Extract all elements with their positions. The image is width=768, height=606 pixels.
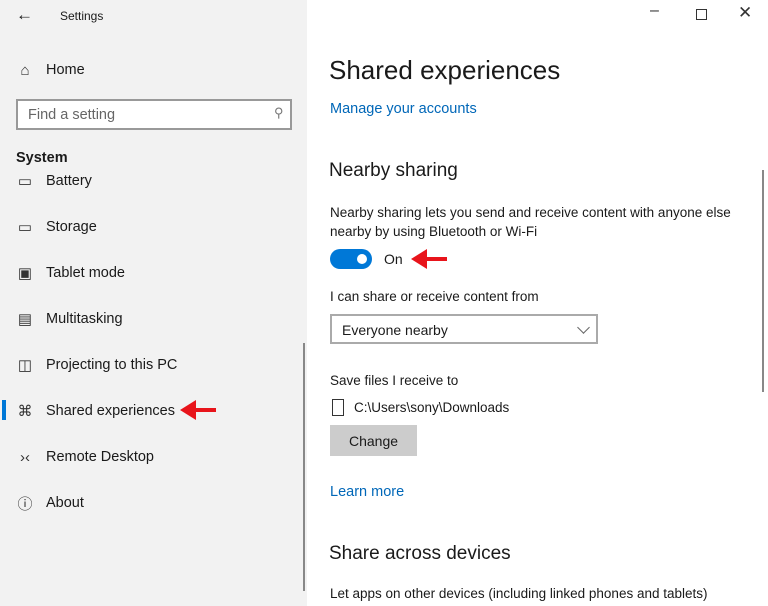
nav-label: Remote Desktop	[46, 449, 154, 465]
sidebar-item-battery[interactable]: ▭ Battery	[0, 172, 300, 192]
search-icon[interactable]: ⚲	[274, 105, 284, 121]
change-button-label: Change	[348, 432, 399, 449]
nav-label: Projecting to this PC	[46, 357, 178, 373]
close-button[interactable]: ✕	[738, 3, 752, 23]
nav-clip: ▭ Battery	[0, 172, 300, 192]
share-from-dropdown[interactable]: Everyone nearby	[330, 314, 598, 344]
chevron-down-icon	[577, 321, 590, 334]
change-button[interactable]: Change	[330, 425, 417, 456]
sidebar-scrollbar[interactable]	[303, 343, 305, 591]
tablet-mode-icon: ▣	[17, 265, 33, 282]
storage-icon: ▭	[17, 219, 33, 236]
manage-accounts-link[interactable]: Manage your accounts	[330, 101, 477, 117]
sidebar-item-home[interactable]: ⌂ Home	[0, 50, 300, 90]
info-icon: ⓘ	[17, 495, 33, 513]
sidebar-item-remote-desktop[interactable]: ›‹ Remote Desktop	[0, 437, 300, 477]
toggle-state: On	[384, 251, 403, 267]
back-arrow-icon[interactable]: ←	[16, 5, 33, 25]
shared-icon: ⌘	[17, 403, 33, 420]
folder-icon	[332, 399, 344, 416]
search-input[interactable]: Find a setting ⚲	[16, 99, 292, 130]
home-icon: ⌂	[20, 61, 30, 79]
nav-label: Storage	[46, 219, 97, 235]
sidebar-item-about[interactable]: ⓘ About	[0, 483, 300, 523]
home-label: Home	[46, 62, 85, 78]
save-path: C:\Users\sony\Downloads	[354, 400, 510, 415]
projecting-icon: ◫	[17, 357, 33, 374]
maximize-button[interactable]	[696, 9, 707, 20]
toggle-knob	[357, 254, 367, 264]
learn-more-link[interactable]: Learn more	[330, 484, 404, 500]
sidebar: ← Settings ⌂ Home Find a setting ⚲ Syste…	[0, 0, 307, 606]
share-across-heading: Share across devices	[329, 543, 511, 564]
nav-label: Tablet mode	[46, 265, 125, 281]
nav-label: Battery	[46, 173, 92, 189]
sidebar-item-projecting[interactable]: ◫ Projecting to this PC	[0, 345, 300, 385]
dropdown-value: Everyone nearby	[342, 322, 448, 338]
sidebar-item-shared-experiences[interactable]: ⌘ Shared experiences	[0, 391, 300, 431]
nearby-sharing-heading: Nearby sharing	[329, 160, 458, 181]
nav-label: About	[46, 495, 84, 511]
search-placeholder: Find a setting	[28, 107, 116, 123]
main-content: – ✕ Shared experiences Manage your accou…	[307, 0, 768, 606]
section-heading: System	[16, 150, 68, 166]
battery-icon: ▭	[17, 173, 33, 190]
multitasking-icon: ▤	[17, 311, 33, 328]
remote-desktop-icon: ›‹	[20, 448, 30, 466]
nearby-sharing-toggle[interactable]	[330, 249, 372, 269]
share-across-description: Let apps on other devices (including lin…	[330, 586, 708, 601]
main-scrollbar[interactable]	[762, 170, 764, 392]
minimize-button[interactable]: –	[650, 2, 659, 20]
nearby-description: Nearby sharing lets you send and receive…	[330, 205, 731, 239]
sidebar-item-tablet-mode[interactable]: ▣ Tablet mode	[0, 253, 300, 293]
share-from-label: I can share or receive content from	[330, 289, 539, 304]
save-location-label: Save files I receive to	[330, 373, 459, 388]
nav-label: Multitasking	[46, 311, 123, 327]
annotation-arrow	[180, 400, 216, 420]
page-title: Shared experiences	[329, 55, 561, 85]
window-title: Settings	[60, 9, 104, 23]
sidebar-item-multitasking[interactable]: ▤ Multitasking	[0, 299, 300, 339]
sidebar-item-storage[interactable]: ▭ Storage	[0, 207, 300, 247]
annotation-arrow	[411, 249, 447, 269]
nav-label: Shared experiences	[46, 403, 175, 419]
